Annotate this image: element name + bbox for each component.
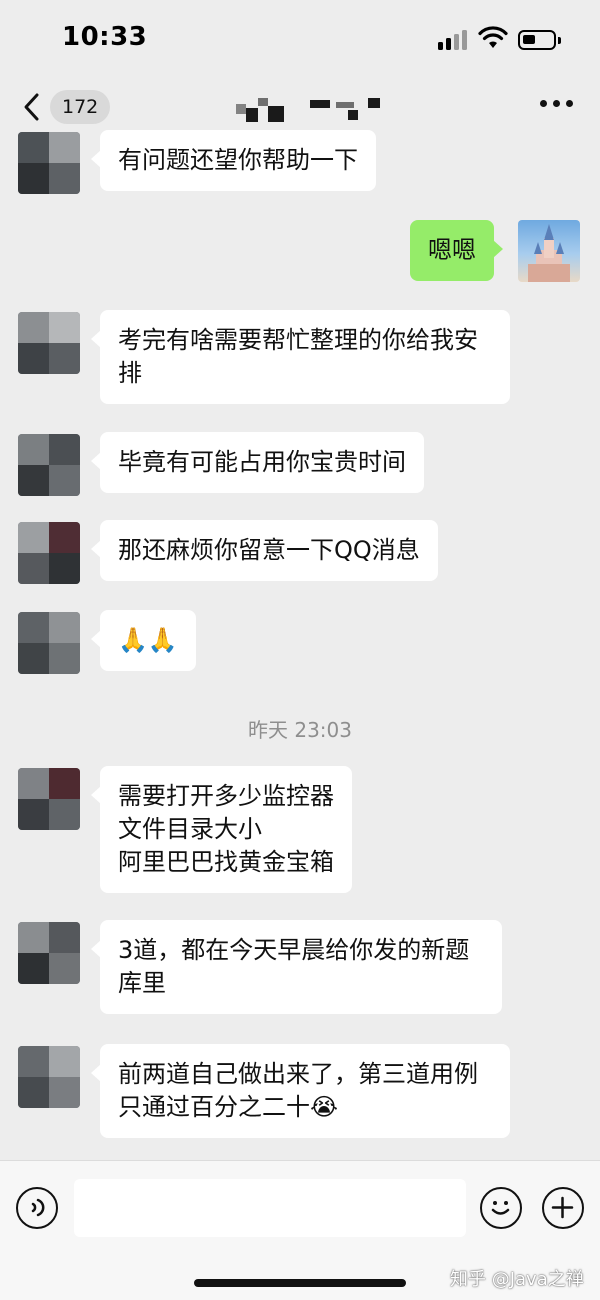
contact-avatar[interactable] [18, 768, 80, 830]
contact-avatar[interactable] [18, 132, 80, 194]
contact-avatar[interactable] [18, 1046, 80, 1108]
home-indicator[interactable] [194, 1279, 406, 1287]
message-input-bar: 知乎 @Java之禅 [0, 1160, 600, 1300]
voice-icon[interactable] [16, 1187, 58, 1229]
message-bubble-incoming[interactable]: 🙏🙏 [91, 610, 196, 671]
contact-avatar[interactable] [18, 312, 80, 374]
contact-avatar[interactable] [18, 522, 80, 584]
user-avatar[interactable] [518, 220, 580, 282]
battery-icon [518, 30, 561, 50]
emoji-icon[interactable] [480, 1187, 522, 1229]
contact-avatar[interactable] [18, 612, 80, 674]
status-time: 10:33 [62, 22, 148, 52]
wifi-icon [478, 26, 508, 48]
contact-avatar[interactable] [18, 434, 80, 496]
chevron-left-icon[interactable] [20, 92, 44, 122]
message-bubble-incoming[interactable]: 有问题还望你帮助一下 [91, 130, 376, 191]
message-bubble-incoming[interactable]: 3道，都在今天早晨给你发的新题库里 [91, 920, 502, 1014]
message-bubble-incoming[interactable]: 那还麻烦你留意一下QQ消息 [91, 520, 438, 581]
message-bubble-outgoing[interactable]: 嗯嗯 [410, 220, 503, 281]
signal-icon [438, 30, 468, 50]
message-input[interactable] [74, 1179, 466, 1237]
message-timestamp: 昨天 23:03 [248, 718, 352, 742]
contact-avatar[interactable] [18, 922, 80, 984]
message-bubble-incoming[interactable]: 前两道自己做出来了，第三道用例只通过百分之二十😭 [91, 1044, 510, 1138]
unread-count-badge[interactable]: 172 [50, 90, 111, 124]
chat-title-redacted [232, 98, 382, 122]
watermark: 知乎 @Java之禅 [450, 1269, 584, 1290]
status-bar: 10:33 [0, 0, 600, 72]
plus-icon[interactable] [542, 1187, 584, 1229]
more-dots-icon[interactable] [540, 100, 574, 110]
message-bubble-incoming[interactable]: 需要打开多少监控器 文件目录大小 阿里巴巴找黄金宝箱 [91, 766, 352, 893]
message-bubble-incoming[interactable]: 考完有啥需要帮忙整理的你给我安排 [91, 310, 510, 404]
message-bubble-incoming[interactable]: 毕竟有可能占用你宝贵时间 [91, 432, 424, 493]
